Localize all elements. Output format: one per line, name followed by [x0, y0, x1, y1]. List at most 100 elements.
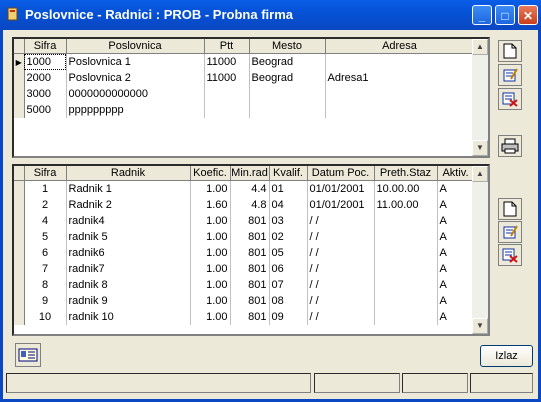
- workers-header-aktiv[interactable]: Aktiv.: [437, 166, 475, 181]
- worker-cell-kvalif[interactable]: 06: [269, 261, 308, 277]
- worker-cell-sifra[interactable]: 8: [24, 277, 67, 293]
- branch-cell-adresa[interactable]: Adresa1: [325, 70, 475, 86]
- exit-button[interactable]: Izlaz: [480, 345, 533, 367]
- branch-row[interactable]: 2000 Poslovnica 2 11000 Beograd Adresa1: [14, 70, 475, 86]
- worker-cell-sifra[interactable]: 9: [24, 293, 67, 309]
- scroll-up-icon[interactable]: ▲: [472, 39, 488, 55]
- worker-cell-sifra[interactable]: 7: [24, 261, 67, 277]
- worker-cell-staz[interactable]: 10.00.00: [374, 180, 438, 197]
- worker-cell-ime[interactable]: radnik7: [66, 261, 191, 277]
- branch-cell-naziv[interactable]: 0000000000000: [66, 86, 205, 102]
- branch-cell-naziv[interactable]: Poslovnica 1: [66, 53, 205, 70]
- worker-cell-sifra[interactable]: 6: [24, 245, 67, 261]
- worker-cell-minrad[interactable]: 801: [230, 229, 270, 245]
- worker-cell-aktiv[interactable]: A: [437, 180, 475, 197]
- branch-row[interactable]: 3000 0000000000000: [14, 86, 475, 102]
- worker-cell-koef[interactable]: 1.00: [190, 309, 231, 325]
- branch-cell-naziv[interactable]: Poslovnica 2: [66, 70, 205, 86]
- worker-cell-kvalif[interactable]: 05: [269, 245, 308, 261]
- worker-cell-koef[interactable]: 1.60: [190, 197, 231, 213]
- branches-header-adresa[interactable]: Adresa: [325, 39, 475, 54]
- worker-cell-datum[interactable]: / /: [307, 229, 375, 245]
- worker-cell-koef[interactable]: 1.00: [190, 261, 231, 277]
- worker-delete-button[interactable]: [498, 244, 522, 266]
- worker-cell-minrad[interactable]: 4.4: [230, 180, 270, 197]
- worker-cell-koef[interactable]: 1.00: [190, 245, 231, 261]
- scroll-up-icon[interactable]: ▲: [472, 166, 488, 182]
- worker-cell-koef[interactable]: 1.00: [190, 229, 231, 245]
- worker-cell-kvalif[interactable]: 01: [269, 180, 308, 197]
- worker-cell-aktiv[interactable]: A: [437, 277, 475, 293]
- worker-cell-koef[interactable]: 1.00: [190, 213, 231, 229]
- branch-cell-adresa[interactable]: [325, 86, 475, 102]
- workers-scrollbar[interactable]: ▲ ▼: [472, 166, 488, 334]
- worker-cell-ime[interactable]: radnik4: [66, 213, 191, 229]
- worker-row[interactable]: 6 radnik6 1.00 801 05/ / A: [14, 245, 475, 261]
- worker-cell-datum[interactable]: 01/01/2001: [307, 180, 375, 197]
- scroll-down-icon[interactable]: ▼: [472, 318, 488, 334]
- worker-cell-kvalif[interactable]: 04: [269, 197, 308, 213]
- branch-cell-sifra[interactable]: 1000: [24, 53, 67, 70]
- card-button[interactable]: [15, 343, 41, 367]
- branches-scrollbar[interactable]: ▲ ▼: [472, 39, 488, 156]
- worker-cell-kvalif[interactable]: 08: [269, 293, 308, 309]
- branch-cell-adresa[interactable]: [325, 102, 475, 118]
- branches-header-ptt[interactable]: Ptt: [204, 39, 250, 54]
- worker-cell-koef[interactable]: 1.00: [190, 180, 231, 197]
- worker-cell-staz[interactable]: [374, 277, 438, 293]
- worker-cell-datum[interactable]: / /: [307, 245, 375, 261]
- workers-header-staz[interactable]: Preth.Staz: [374, 166, 438, 181]
- worker-cell-minrad[interactable]: 801: [230, 245, 270, 261]
- worker-row[interactable]: 4 radnik4 1.00 801 03/ / A: [14, 213, 475, 229]
- workers-header-kvalif[interactable]: Kvalif.: [269, 166, 308, 181]
- branch-cell-ptt[interactable]: [204, 102, 250, 118]
- worker-cell-datum[interactable]: / /: [307, 277, 375, 293]
- worker-cell-datum[interactable]: / /: [307, 309, 375, 325]
- branch-cell-ptt[interactable]: 11000: [204, 70, 250, 86]
- branch-cell-mesto[interactable]: [249, 102, 326, 118]
- branches-header-mesto[interactable]: Mesto: [249, 39, 326, 54]
- branch-cell-ptt[interactable]: [204, 86, 250, 102]
- worker-cell-staz[interactable]: [374, 213, 438, 229]
- worker-cell-ime[interactable]: Radnik 2: [66, 197, 191, 213]
- worker-cell-datum[interactable]: / /: [307, 261, 375, 277]
- worker-cell-staz[interactable]: 11.00.00: [374, 197, 438, 213]
- worker-edit-button[interactable]: [498, 221, 522, 243]
- workers-header-sifra[interactable]: Sifra: [24, 166, 67, 181]
- worker-cell-ime[interactable]: radnik 8: [66, 277, 191, 293]
- worker-new-button[interactable]: [498, 198, 522, 220]
- worker-cell-aktiv[interactable]: A: [437, 229, 475, 245]
- worker-cell-minrad[interactable]: 801: [230, 261, 270, 277]
- worker-cell-minrad[interactable]: 801: [230, 277, 270, 293]
- branch-cell-sifra[interactable]: 5000: [24, 102, 67, 118]
- worker-cell-sifra[interactable]: 2: [24, 197, 67, 213]
- branches-header-poslovnica[interactable]: Poslovnica: [66, 39, 205, 54]
- worker-cell-koef[interactable]: 1.00: [190, 293, 231, 309]
- minimize-button[interactable]: _: [472, 5, 492, 25]
- branch-cell-mesto[interactable]: Beograd: [249, 53, 326, 70]
- worker-cell-ime[interactable]: radnik 5: [66, 229, 191, 245]
- worker-cell-minrad[interactable]: 801: [230, 293, 270, 309]
- worker-cell-ime[interactable]: radnik 10: [66, 309, 191, 325]
- worker-cell-sifra[interactable]: 1: [24, 180, 67, 197]
- branch-row[interactable]: ▶ 1000 Poslovnica 1 11000 Beograd: [14, 53, 475, 70]
- worker-cell-aktiv[interactable]: A: [437, 309, 475, 325]
- worker-cell-aktiv[interactable]: A: [437, 213, 475, 229]
- worker-cell-ime[interactable]: radnik 9: [66, 293, 191, 309]
- worker-cell-kvalif[interactable]: 09: [269, 309, 308, 325]
- scroll-down-icon[interactable]: ▼: [472, 140, 488, 156]
- branch-cell-ptt[interactable]: 11000: [204, 53, 250, 70]
- print-button[interactable]: [498, 135, 522, 157]
- branch-row[interactable]: 5000 ppppppppp: [14, 102, 475, 118]
- maximize-button[interactable]: □: [495, 5, 515, 25]
- worker-cell-staz[interactable]: [374, 309, 438, 325]
- worker-cell-ime[interactable]: Radnik 1: [66, 180, 191, 197]
- worker-cell-kvalif[interactable]: 07: [269, 277, 308, 293]
- workers-header-koefic[interactable]: Koefic.: [190, 166, 231, 181]
- worker-cell-kvalif[interactable]: 02: [269, 229, 308, 245]
- worker-cell-datum[interactable]: 01/01/2001: [307, 197, 375, 213]
- worker-cell-datum[interactable]: / /: [307, 293, 375, 309]
- worker-row[interactable]: 5 radnik 5 1.00 801 02/ / A: [14, 229, 475, 245]
- worker-cell-ime[interactable]: radnik6: [66, 245, 191, 261]
- worker-cell-minrad[interactable]: 4.8: [230, 197, 270, 213]
